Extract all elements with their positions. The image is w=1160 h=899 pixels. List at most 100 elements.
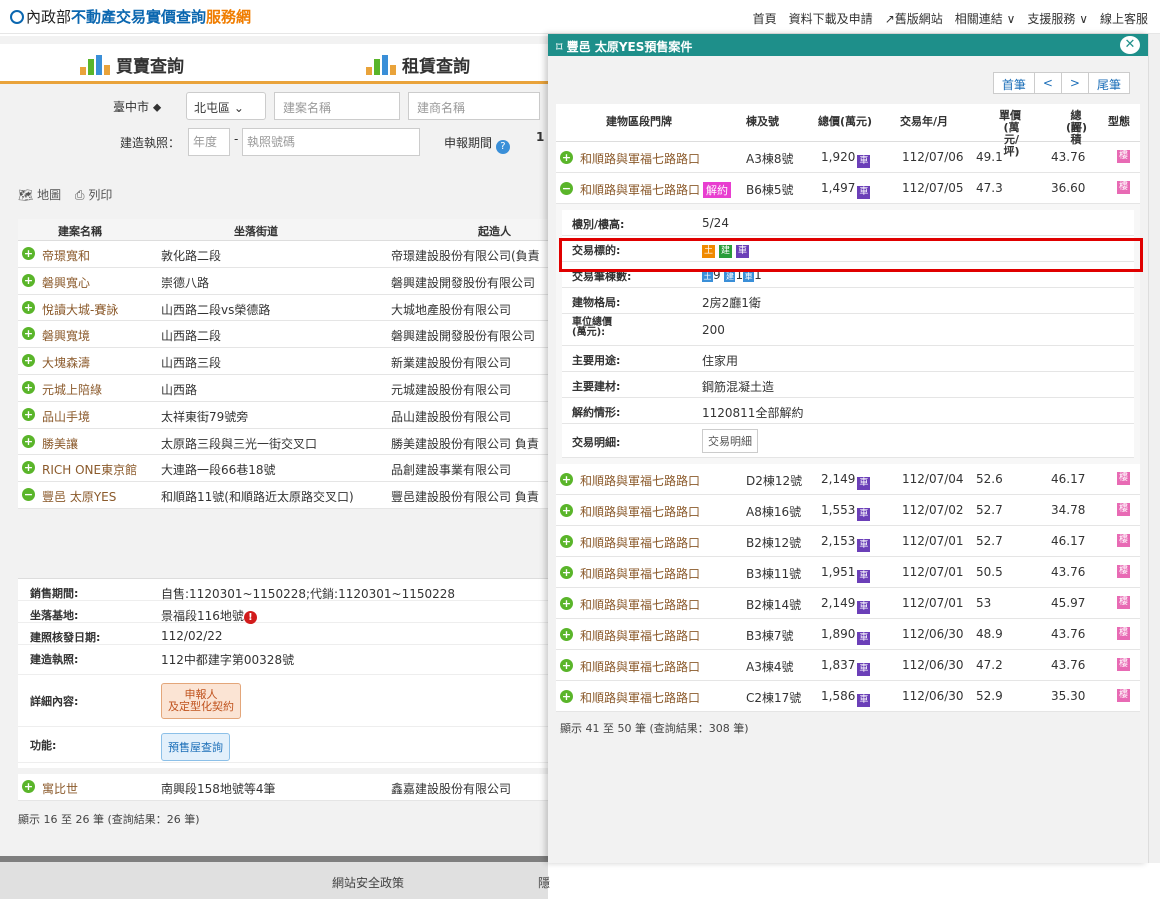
col-price[interactable]: 總價(萬元) xyxy=(818,116,872,128)
project-name[interactable]: RICH ONE東京館 xyxy=(42,461,137,478)
pager-last[interactable]: 尾筆 xyxy=(1089,73,1129,93)
expand-icon[interactable]: + xyxy=(560,628,573,641)
expand-icon[interactable]: + xyxy=(22,354,35,368)
security-policy-link[interactable]: 網站安全政策 xyxy=(332,874,404,891)
site-logo[interactable]: 內政部不動產交易實價查詢服務網 xyxy=(10,6,251,27)
row-address[interactable]: 和順路與軍福七路路口 xyxy=(580,150,700,167)
row-address[interactable]: 和順路與軍福七路路口 解約 xyxy=(580,181,732,198)
project-name[interactable]: 帝璟寬和 xyxy=(42,247,90,264)
nav-online-service[interactable]: 線上客服 xyxy=(1100,10,1148,27)
project-name[interactable]: 品山手境 xyxy=(42,408,90,425)
project-name[interactable]: 勝美讓 xyxy=(42,435,78,452)
table-row[interactable]: + 悅讀大城-賽詠 山西路二段vs榮德路 大城地產股份有限公司 xyxy=(18,295,548,322)
pager-first[interactable]: 首筆 xyxy=(994,73,1035,93)
table-row[interactable]: + 和順路與軍福七路路口 A3棟8號 1,920 車 112/07/06 49.1 43.76… xyxy=(556,142,1140,173)
row-address[interactable]: 和順路與軍福七路路口 xyxy=(580,689,700,706)
expand-icon[interactable]: + xyxy=(22,780,35,793)
pager-prev[interactable]: < xyxy=(1035,73,1062,93)
city-select[interactable]: 臺中市 ⬥ xyxy=(106,92,182,120)
col-type[interactable]: 型態 xyxy=(1108,116,1130,128)
table-row[interactable]: − 豐邑 太原YES 和順路11號(和順路近太原路交叉口) 豐邑建設股份有限公司 負責 xyxy=(18,482,548,509)
table-row[interactable]: + 和順路與軍福七路路口 C2棟17號 1,586 車 112/06/30 52.9 35.3… xyxy=(556,681,1140,712)
help-icon[interactable]: ? xyxy=(495,140,510,154)
nav-download[interactable]: 資料下載及申請 xyxy=(789,10,873,27)
expand-icon[interactable]: + xyxy=(560,535,573,548)
expand-icon[interactable]: + xyxy=(560,690,573,703)
table-row[interactable]: + RICH ONE東京館 大連路一段66巷18號 品創建設事業有限公司 xyxy=(18,455,548,483)
nav-home[interactable]: 首頁 xyxy=(753,10,777,27)
table-row[interactable]: + 和順路與軍福七路路口 B2棟12號 2,153 車 112/07/01 52.7 46.1… xyxy=(556,526,1140,557)
table-row[interactable]: + 和順路與軍福七路路口 A8棟16號 1,553 車 112/07/02 52.7 34.7… xyxy=(556,495,1140,526)
project-name[interactable]: 豐邑 太原YES xyxy=(42,488,116,505)
row-address[interactable]: 和順路與軍福七路路口 xyxy=(580,472,700,489)
table-row[interactable]: + 和順路與軍福七路路口 A3棟4號 1,837 車 112/06/30 47.2 43.76… xyxy=(556,650,1140,681)
expand-icon[interactable]: + xyxy=(560,151,573,164)
nav-links[interactable]: 相關連結 ∨ xyxy=(955,10,1016,27)
table-row[interactable]: + 和順路與軍福七路路口 B2棟14號 2,149 車 112/07/01 53 45.97 樓 xyxy=(556,588,1140,619)
table-row[interactable]: + 和順路與軍福七路路口 B3棟7號 1,890 車 112/06/30 48.9 43.76… xyxy=(556,619,1140,650)
project-name[interactable]: 磐興寬心 xyxy=(42,274,90,291)
expand-icon[interactable]: + xyxy=(22,461,35,475)
col-building[interactable]: 棟及號 xyxy=(746,116,779,128)
expand-icon[interactable]: + xyxy=(22,434,35,448)
row-address[interactable]: 和順路與軍福七路路口 xyxy=(580,534,700,551)
expand-icon[interactable]: + xyxy=(22,247,35,260)
expand-icon[interactable]: + xyxy=(560,597,573,610)
builder-name-input[interactable]: 建商名稱 xyxy=(408,92,540,120)
expand-icon[interactable]: + xyxy=(560,659,573,672)
table-row[interactable]: + 磐興寬心 崇德八路 磐興建設開發股份有限公司 xyxy=(18,268,548,295)
project-name[interactable]: 悅讀大城-賽詠 xyxy=(42,301,118,318)
expand-icon[interactable]: + xyxy=(22,273,35,287)
collapse-icon[interactable]: − xyxy=(22,488,35,502)
project-name[interactable]: 元城上陪綠 xyxy=(42,381,102,398)
expand-icon[interactable]: + xyxy=(22,327,35,341)
permit-number-input[interactable]: 執照號碼 xyxy=(242,128,420,156)
project-name[interactable]: 大塊森濤 xyxy=(42,354,90,371)
col-date[interactable]: 交易年/月 xyxy=(900,116,948,128)
tab-buy[interactable]: 買賣查詢 xyxy=(80,52,184,77)
row-address[interactable]: 和順路與軍福七路路口 xyxy=(580,627,700,644)
expand-icon[interactable]: + xyxy=(560,566,573,579)
row-address[interactable]: 和順路與軍福七路路口 xyxy=(580,596,700,613)
expand-icon[interactable]: + xyxy=(560,504,573,517)
pager-next[interactable]: > xyxy=(1062,73,1089,93)
table-row[interactable]: + 和順路與軍福七路路口 D2棟12號 2,149 車 112/07/04 52.6 46.1… xyxy=(556,464,1140,495)
row-address[interactable]: 和順路與軍福七路路口 xyxy=(580,658,700,675)
table-row[interactable]: + 和順路與軍福七路路口 B3棟11號 1,951 車 112/07/01 50.5 43.7… xyxy=(556,557,1140,588)
col-project-name[interactable]: 建案名稱 xyxy=(58,223,102,239)
tab-rent[interactable]: 租賃查詢 xyxy=(366,52,470,77)
district-select[interactable]: 北屯區 ⌄ xyxy=(186,92,266,120)
col-owner[interactable]: 起造人 xyxy=(478,223,511,239)
map-button[interactable]: 🗺 地圖 xyxy=(18,188,61,202)
table-row[interactable]: + 磐興寬境 山西路二段 磐興建設開發股份有限公司 xyxy=(18,321,548,349)
table-row[interactable]: + 品山手境 太祥東街79號旁 品山建設股份有限公司 xyxy=(18,402,548,429)
table-row[interactable]: + 帝璟寬和 敦化路二段 帝璟建設股份有限公司(負責 xyxy=(18,241,548,268)
table-row[interactable]: + 元城上陪綠 山西路 元城建設股份有限公司 xyxy=(18,375,548,402)
presale-query-button[interactable]: 預售屋查詢 xyxy=(161,733,230,761)
table-row[interactable]: + 寓比世 南興段158地號等4筆 鑫嘉建設股份有限公司 xyxy=(18,774,548,801)
col-address[interactable]: 建物區段門牌 xyxy=(606,116,672,128)
col-unit[interactable]: 單價 (萬元/坪) xyxy=(974,110,1024,158)
expand-icon[interactable]: + xyxy=(22,407,35,421)
row-address[interactable]: 和順路與軍福七路路口 xyxy=(580,503,700,520)
col-area[interactable]: 總面積 (坪) xyxy=(1046,110,1087,146)
collapse-icon[interactable]: − xyxy=(560,182,573,195)
expand-icon[interactable]: + xyxy=(22,300,35,314)
declarant-contract-button[interactable]: 申報人 及定型化契約 xyxy=(161,683,241,719)
expand-icon[interactable]: + xyxy=(560,473,573,486)
selected-row[interactable]: − 和順路與軍福七路路口 解約 B6棟5號 1,497 車 112/07/05 47… xyxy=(556,173,1140,204)
col-street[interactable]: 坐落街道 xyxy=(234,223,278,239)
period-value[interactable]: 1 xyxy=(536,130,544,144)
project-name[interactable]: 磐興寬境 xyxy=(42,327,90,344)
nav-old-site[interactable]: ↗舊版網站 xyxy=(885,10,943,27)
expand-icon[interactable]: + xyxy=(22,380,35,394)
scrollbar[interactable] xyxy=(1148,34,1160,863)
close-icon[interactable]: ✕ xyxy=(1120,36,1140,54)
privacy-link[interactable]: 隱 xyxy=(538,874,550,891)
permit-year-input[interactable]: 年度 xyxy=(188,128,230,156)
row-address[interactable]: 和順路與軍福七路路口 xyxy=(580,565,700,582)
project-name[interactable]: 寓比世 xyxy=(42,780,78,797)
table-row[interactable]: + 大塊森濤 山西路三段 新業建設股份有限公司 xyxy=(18,348,548,375)
nav-support[interactable]: 支援服務 ∨ xyxy=(1027,10,1088,27)
trade-detail-button[interactable]: 交易明細 xyxy=(702,429,758,453)
